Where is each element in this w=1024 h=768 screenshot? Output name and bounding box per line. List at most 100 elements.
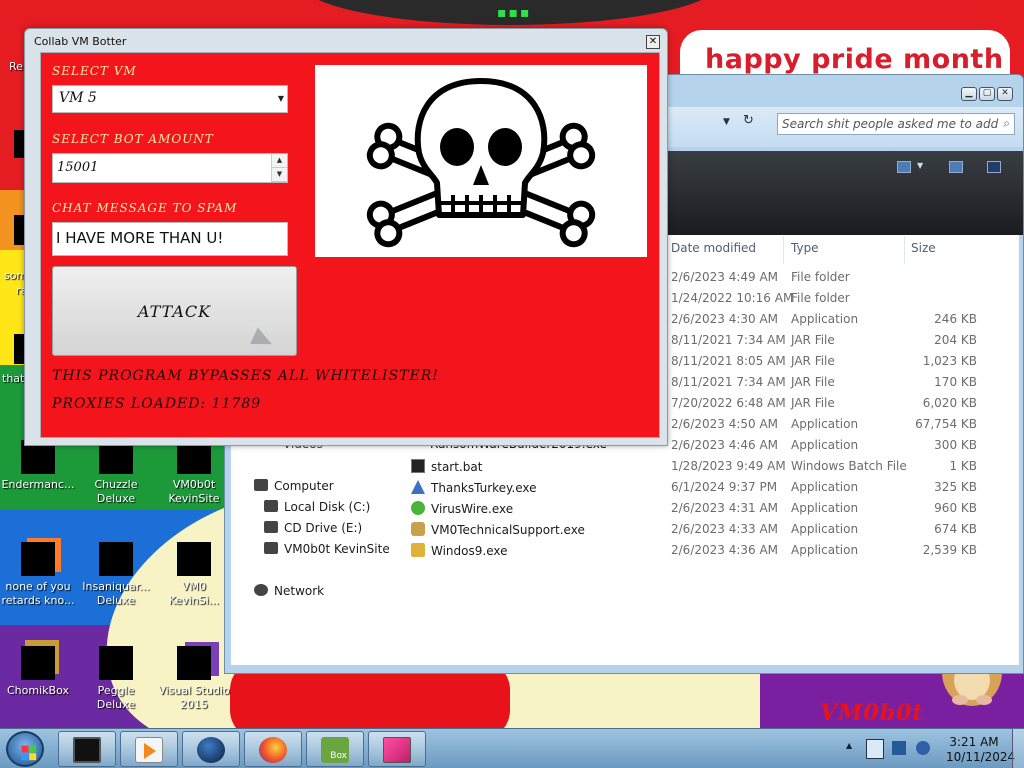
file-row-type[interactable]: File folder: [791, 291, 850, 305]
column-divider[interactable]: [783, 236, 784, 264]
desktop-icon-endermanc[interactable]: Endermanc...: [0, 440, 76, 492]
file-row-type[interactable]: Application: [791, 543, 858, 557]
nav-item-computer[interactable]: Computer: [254, 479, 334, 493]
maximize-button[interactable]: ▢: [979, 87, 995, 101]
file-row-name[interactable]: start.bat: [411, 459, 482, 474]
file-row-date[interactable]: 6/1/2024 9:37 PM: [671, 480, 777, 494]
file-row-type[interactable]: Application: [791, 417, 858, 431]
tray-expand-icon[interactable]: ▲: [846, 741, 860, 755]
file-row-date[interactable]: 2/6/2023 4:36 AM: [671, 543, 778, 557]
file-row-date[interactable]: 1/24/2022 10:16 AM: [671, 291, 793, 305]
search-icon[interactable]: ⌕: [1003, 116, 1010, 131]
refresh-icon[interactable]: ↻: [743, 113, 754, 128]
attack-button[interactable]: ATTACK: [52, 266, 297, 356]
file-row-date[interactable]: 8/11/2021 8:05 AM: [671, 354, 786, 368]
file-row-type[interactable]: Application: [791, 312, 858, 326]
file-row-size[interactable]: 246 KB: [907, 312, 977, 326]
taskbar-app-media-player[interactable]: [120, 731, 178, 767]
file-row-name[interactable]: Windos9.exe: [411, 543, 508, 558]
nav-item-network[interactable]: Network: [254, 584, 324, 598]
file-row-size[interactable]: 674 KB: [907, 522, 977, 536]
file-row-date[interactable]: 2/6/2023 4:30 AM: [671, 312, 778, 326]
view-dropdown-icon[interactable]: ▼: [917, 161, 923, 170]
tray-network-icon[interactable]: [892, 741, 906, 755]
column-header-type[interactable]: Type: [791, 241, 819, 255]
search-input[interactable]: Search shit people asked me to add ⌕: [777, 113, 1015, 135]
file-row-date[interactable]: 2/6/2023 4:31 AM: [671, 501, 778, 515]
column-header-size[interactable]: Size: [911, 241, 936, 255]
file-row-name[interactable]: VirusWire.exe: [411, 501, 513, 516]
show-desktop-button[interactable]: [1012, 729, 1024, 768]
taskbar-app-chomikbox[interactable]: Box: [306, 731, 364, 767]
close-button[interactable]: ✕: [646, 35, 660, 49]
vm-select-dropdown[interactable]: VM 5 ▼: [52, 85, 288, 113]
desktop-icon-none-of-you[interactable]: none of you retards kno...: [0, 542, 76, 608]
taskbar-app-terminal[interactable]: [58, 731, 116, 767]
file-row-size[interactable]: 300 KB: [907, 438, 977, 452]
file-row-type[interactable]: Application: [791, 438, 858, 452]
file-row-size[interactable]: 1,023 KB: [907, 354, 977, 368]
taskbar-app-firefox[interactable]: [244, 731, 302, 767]
file-row-type[interactable]: JAR File: [791, 375, 835, 389]
file-row-size[interactable]: 2,539 KB: [907, 543, 977, 557]
bot-amount-stepper[interactable]: 15001 ▲ ▼: [52, 153, 288, 183]
chat-message-input[interactable]: I HAVE MORE THAN U!: [52, 222, 288, 256]
desktop-icon-chuzzle[interactable]: Chuzzle Deluxe: [78, 440, 154, 506]
stepper-down-button[interactable]: ▼: [272, 168, 287, 182]
nav-item-label: Network: [274, 584, 325, 598]
file-row-date[interactable]: 8/11/2021 7:34 AM: [671, 333, 786, 347]
file-row-type[interactable]: File folder: [791, 270, 850, 284]
file-row-size[interactable]: 6,020 KB: [907, 396, 977, 410]
tray-volume-icon[interactable]: [916, 741, 930, 755]
file-row-size[interactable]: 170 KB: [907, 375, 977, 389]
preview-pane-icon[interactable]: [949, 161, 963, 173]
file-row-type[interactable]: JAR File: [791, 396, 835, 410]
taskbar-app-pink[interactable]: [368, 731, 426, 767]
chevron-down-icon[interactable]: ▼: [278, 94, 284, 103]
file-row-size[interactable]: 204 KB: [907, 333, 977, 347]
start-button[interactable]: [6, 731, 44, 767]
desktop-icon-visual-studio[interactable]: Visual Studio 2015: [156, 646, 232, 712]
desktop-icon-vm0b0t-kevinsite[interactable]: VM0b0t KevinSite: [156, 440, 232, 506]
stepper-up-button[interactable]: ▲: [272, 154, 287, 168]
file-row-type[interactable]: JAR File: [791, 333, 835, 347]
help-icon[interactable]: [987, 161, 1001, 173]
file-row-date[interactable]: 1/28/2023 9:49 AM: [671, 459, 786, 473]
file-row-date[interactable]: 2/6/2023 4:33 AM: [671, 522, 778, 536]
clock[interactable]: 3:21 AM 10/11/2024: [946, 735, 1015, 765]
nav-item-kevinsite[interactable]: VM0b0t KevinSite: [264, 542, 390, 556]
desktop-icon-insaniquarium[interactable]: Insaniquar... Deluxe: [78, 542, 154, 608]
view-options-icon[interactable]: [897, 161, 911, 173]
file-row-size[interactable]: 960 KB: [907, 501, 977, 515]
close-button[interactable]: ✕: [997, 87, 1013, 101]
file-row-date[interactable]: 8/11/2021 7:34 AM: [671, 375, 786, 389]
desktop-icon-chomikbox[interactable]: ChomikBox: [0, 646, 76, 698]
file-row-name[interactable]: ThanksTurkey.exe: [411, 480, 537, 495]
desktop-icon-vm0-kevinsite[interactable]: VM0 KevinSi...: [156, 542, 232, 608]
file-row-size[interactable]: 1 KB: [907, 459, 977, 473]
bot-amount-label: SELECT BOT AMOUNT: [52, 132, 214, 146]
file-row-date[interactable]: 7/20/2022 6:48 AM: [671, 396, 786, 410]
taskbar-app-globe[interactable]: [182, 731, 240, 767]
column-divider[interactable]: [904, 236, 905, 264]
file-row-size[interactable]: 325 KB: [907, 480, 977, 494]
file-row-name[interactable]: VM0TechnicalSupport.exe: [411, 522, 585, 537]
file-row-date[interactable]: 2/6/2023 4:46 AM: [671, 438, 778, 452]
file-row-date[interactable]: 2/6/2023 4:49 AM: [671, 270, 778, 284]
tray-app-icon[interactable]: [866, 739, 884, 759]
nav-item-cd-drive[interactable]: CD Drive (E:): [264, 521, 362, 535]
collab-vm-botter-window[interactable]: Collab VM Botter ✕ SELECT VM VM 5 ▼ SELE…: [24, 28, 668, 446]
history-dropdown-icon[interactable]: ▼: [723, 117, 730, 127]
column-header-date[interactable]: Date modified: [671, 241, 756, 255]
file-row-type[interactable]: Application: [791, 501, 858, 515]
file-row-date[interactable]: 2/6/2023 4:50 AM: [671, 417, 778, 431]
nav-item-local-disk[interactable]: Local Disk (C:): [264, 500, 370, 514]
file-row-size[interactable]: 67,754 KB: [907, 417, 977, 431]
file-row-type[interactable]: Application: [791, 480, 858, 494]
file-row-type[interactable]: Application: [791, 522, 858, 536]
file-row-type[interactable]: JAR File: [791, 354, 835, 368]
minimize-button[interactable]: ▁: [961, 87, 977, 101]
desktop-icon-peggle[interactable]: Peggle Deluxe: [78, 646, 154, 712]
file-row-type[interactable]: Windows Batch File: [791, 459, 907, 473]
windos9-icon: [411, 543, 425, 557]
